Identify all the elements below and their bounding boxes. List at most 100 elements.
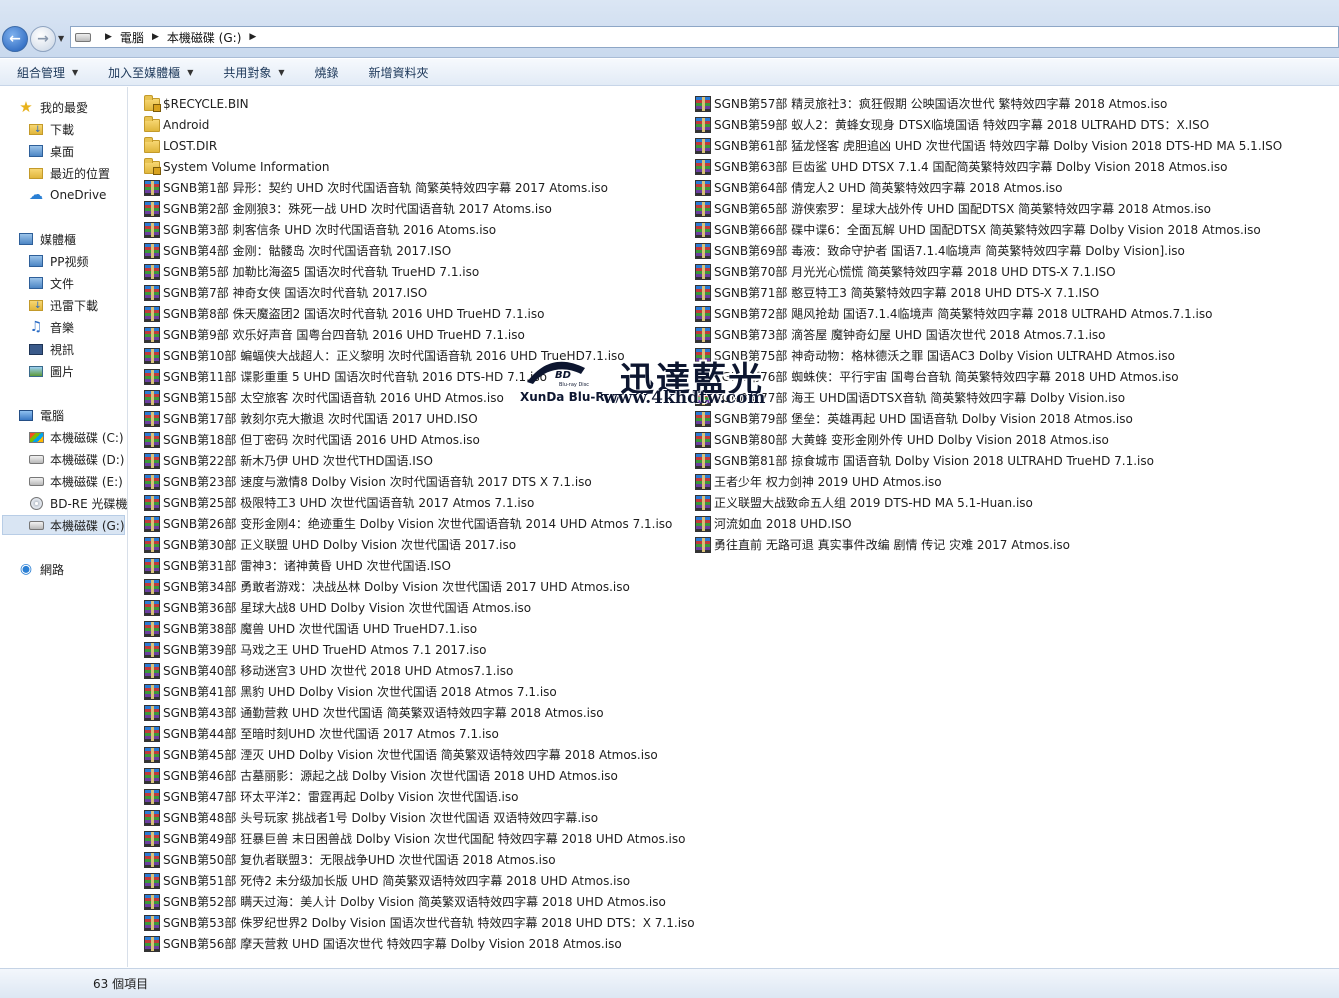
file-item[interactable]: 正义联盟大战致命五人组 2019 DTS-HD MA 5.1-Huan.iso (695, 492, 1282, 513)
nav-favorites[interactable]: ★ 我的最愛 (18, 97, 88, 117)
toolbar-button-0[interactable]: 組合管理 ▼ (17, 64, 78, 81)
file-item[interactable]: SGNB第36部 星球大战8 UHD Dolby Vision 次世代国语 At… (144, 597, 695, 618)
file-item[interactable]: SGNB第3部 刺客信条 UHD 次时代国语音轨 2016 Atoms.iso (144, 219, 695, 240)
nav-favorite-item-3[interactable]: ☁ OneDrive (28, 185, 106, 205)
nav-drive-item-1[interactable]: 本機磁碟 (D:) (28, 449, 124, 469)
file-item[interactable]: SGNB第41部 黑豹 UHD Dolby Vision 次世代国语 2018 … (144, 681, 695, 702)
nav-favorite-item-0[interactable]: ↓ 下載 (28, 119, 74, 139)
file-item[interactable]: SGNB第70部 月光光心慌慌 简英繁特效四字幕 2018 UHD DTS-X … (695, 261, 1282, 282)
file-name: SGNB第25部 极限特工3 UHD 次世代国语音轨 2017 Atmos 7.… (163, 496, 535, 510)
file-item[interactable]: SGNB第61部 猛龙怪客 虎胆追凶 UHD 次世代国语 特效四字幕 Dolby… (695, 135, 1282, 156)
nav-computer[interactable]: 電腦 (18, 405, 64, 425)
file-item[interactable]: SGNB第38部 魔兽 UHD 次世代国语 UHD TrueHD7.1.iso (144, 618, 695, 639)
nav-drive-item-3[interactable]: BD-RE 光碟機 (28, 493, 128, 513)
file-item[interactable]: SGNB第45部 湮灭 UHD Dolby Vision 次世代国语 简英繁双语… (144, 744, 695, 765)
file-item[interactable]: SGNB第44部 至暗时刻UHD 次世代国语 2017 Atmos 7.1.is… (144, 723, 695, 744)
nav-drive-item-2[interactable]: 本機磁碟 (E:) (28, 471, 123, 491)
file-item[interactable]: SGNB第22部 新木乃伊 UHD 次世代THD国语.ISO (144, 450, 695, 471)
breadcrumb-chevron-icon[interactable]: ▶ (152, 32, 159, 42)
nav-library-item-1[interactable]: 文件 (28, 273, 74, 293)
file-item[interactable]: SGNB第17部 敦刻尔克大撤退 次时代国语 2017 UHD.ISO (144, 408, 695, 429)
file-item[interactable]: SGNB第26部 变形金刚4：绝迹重生 Dolby Vision 次世代国语音轨… (144, 513, 695, 534)
file-name: SGNB第49部 狂暴巨兽 末日困兽战 Dolby Vision 次世代国配 特… (163, 832, 686, 846)
file-item[interactable]: SGNB第66部 碟中谍6：全面瓦解 UHD 国配DTSX 简英繁特效四字幕 D… (695, 219, 1282, 240)
nav-network[interactable]: ◉ 網路 (18, 559, 64, 579)
file-item[interactable]: SGNB第73部 滴答屋 魔钟奇幻屋 UHD 国语次世代 2018 Atmos.… (695, 324, 1282, 345)
toolbar-button-4[interactable]: 新增資料夾 (369, 64, 429, 81)
toolbar-button-3[interactable]: 燒錄 (315, 64, 339, 81)
file-item[interactable]: SGNB第1部 异形：契约 UHD 次时代国语音轨 简繁英特效四字幕 2017 … (144, 177, 695, 198)
breadcrumb-drive-g[interactable]: 本機磁碟 (G:) (167, 29, 242, 46)
file-item[interactable]: SGNB第59部 蚁人2：黄蜂女现身 DTSX临境国语 特效四字幕 2018 U… (695, 114, 1282, 135)
file-item[interactable]: SGNB第64部 倩宠人2 UHD 简英繁特效四字幕 2018 Atmos.is… (695, 177, 1282, 198)
file-item[interactable]: SGNB第69部 毒液：致命守护者 国语7.1.4临境声 简英繁特效四字幕 Do… (695, 240, 1282, 261)
nav-library-item-4[interactable]: 視訊 (28, 339, 74, 359)
toolbar-button-2[interactable]: 共用對象 ▼ (223, 64, 284, 81)
file-item[interactable]: SGNB第65部 游侠索罗：星球大战外传 UHD 国配DTSX 简英繁特效四字幕… (695, 198, 1282, 219)
file-item[interactable]: SGNB第46部 古墓丽影：源起之战 Dolby Vision 次世代国语 20… (144, 765, 695, 786)
file-item[interactable]: SGNB第5部 加勒比海盗5 国语次时代音轨 TrueHD 7.1.iso (144, 261, 695, 282)
back-button[interactable]: ← (2, 26, 28, 52)
file-item[interactable]: SGNB第50部 复仇者联盟3：无限战争UHD 次世代国语 2018 Atmos… (144, 849, 695, 870)
archive-file-icon (144, 263, 160, 280)
address-field[interactable]: ▶ 電腦 ▶ 本機磁碟 (G:) ▶ (70, 26, 1339, 48)
file-item[interactable]: SGNB第47部 环太平洋2：雷霆再起 Dolby Vision 次世代国语.i… (144, 786, 695, 807)
file-item[interactable]: SGNB第48部 头号玩家 挑战者1号 Dolby Vision 次世代国语 双… (144, 807, 695, 828)
folder-item[interactable]: $RECYCLE.BIN (144, 93, 695, 114)
file-item[interactable]: SGNB第57部 精灵旅社3：疯狂假期 公映国语次世代 繁特效四字幕 2018 … (695, 93, 1282, 114)
nav-library-item-2[interactable]: ↓ 迅雷下載 (28, 295, 98, 315)
file-name: SGNB第64部 倩宠人2 UHD 简英繁特效四字幕 2018 Atmos.is… (714, 181, 1063, 195)
file-item[interactable]: SGNB第34部 勇敢者游戏：决战丛林 Dolby Vision 次世代国语 2… (144, 576, 695, 597)
folder-item[interactable]: System Volume Information (144, 156, 695, 177)
file-item[interactable]: SGNB第9部 欢乐好声音 国粤台四音轨 2016 UHD TrueHD 7.1… (144, 324, 695, 345)
file-item[interactable]: SGNB第80部 大黄蜂 变形金刚外传 UHD Dolby Vision 201… (695, 429, 1282, 450)
file-item[interactable]: SGNB第79部 堡垒：英雄再起 UHD 国语音轨 Dolby Vision 2… (695, 408, 1282, 429)
file-item[interactable]: SGNB第56部 摩天营救 UHD 国语次世代 特效四字幕 Dolby Visi… (144, 933, 695, 954)
forward-button[interactable]: → (30, 26, 56, 52)
file-item[interactable]: SGNB第31部 雷神3：诸神黄昏 UHD 次世代国语.ISO (144, 555, 695, 576)
file-item[interactable]: SGNB第43部 通勤营救 UHD 次世代国语 简英繁双语特效四字幕 2018 … (144, 702, 695, 723)
archive-file-icon (144, 935, 160, 952)
file-item[interactable]: SGNB第63部 巨齿鲨 UHD DTSX 7.1.4 国配简英繁特效四字幕 D… (695, 156, 1282, 177)
file-item[interactable]: SGNB第8部 侏天魔盗团2 国语次时代音轨 2016 UHD TrueHD 7… (144, 303, 695, 324)
nav-drive-item-0[interactable]: 本機磁碟 (C:) (28, 427, 124, 447)
file-item[interactable]: SGNB第52部 瞒天过海：美人计 Dolby Vision 简英繁双语特效四字… (144, 891, 695, 912)
file-item[interactable]: SGNB第40部 移动迷宫3 UHD 次世代 2018 UHD Atmos7.1… (144, 660, 695, 681)
file-item[interactable]: SGNB第72部 飓风抢劫 国语7.1.4临境声 简英繁特效四字幕 2018 U… (695, 303, 1282, 324)
file-item[interactable]: SGNB第7部 神奇女侠 国语次时代音轨 2017.ISO (144, 282, 695, 303)
file-item[interactable]: 勇往直前 无路可退 真实事件改编 剧情 传记 灾难 2017 Atmos.iso (695, 534, 1282, 555)
nav-library-item-0[interactable]: PP视频 (28, 251, 88, 271)
file-item[interactable]: 河流如血 2018 UHD.ISO (695, 513, 1282, 534)
toolbar-button-1[interactable]: 加入至媒體櫃 ▼ (108, 64, 193, 81)
breadcrumb-chevron-icon[interactable]: ▶ (249, 32, 256, 42)
file-item[interactable]: SGNB第30部 正义联盟 UHD Dolby Vision 次世代国语 201… (144, 534, 695, 555)
file-item[interactable]: SGNB第2部 金刚狼3：殊死一战 UHD 次时代国语音轨 2017 Atoms… (144, 198, 695, 219)
nav-favorite-item-2[interactable]: 最近的位置 (28, 163, 110, 183)
breadcrumb-computer[interactable]: 電腦 (120, 29, 144, 46)
archive-file-icon (144, 704, 160, 721)
file-item[interactable]: SGNB第49部 狂暴巨兽 末日困兽战 Dolby Vision 次世代国配 特… (144, 828, 695, 849)
nav-favorite-item-1[interactable]: 桌面 (28, 141, 74, 161)
file-item[interactable]: SGNB第71部 憨豆特工3 简英繁特效四字幕 2018 UHD DTS-X 7… (695, 282, 1282, 303)
file-item[interactable]: SGNB第23部 速度与激情8 Dolby Vision 次时代国语音轨 201… (144, 471, 695, 492)
nav-library-item-5[interactable]: 圖片 (28, 361, 74, 381)
nav-libraries[interactable]: 媒體櫃 (18, 229, 76, 249)
file-name: 王者少年 权力剑神 2019 UHD Atmos.iso (714, 475, 942, 489)
file-item[interactable]: SGNB第81部 掠食城市 国语音轨 Dolby Vision 2018 ULT… (695, 450, 1282, 471)
file-item[interactable]: SGNB第53部 侏罗纪世界2 Dolby Vision 国语次世代音轨 特效四… (144, 912, 695, 933)
nav-library-item-3[interactable]: ♫ 音樂 (28, 317, 74, 337)
file-item[interactable]: SGNB第25部 极限特工3 UHD 次世代国语音轨 2017 Atmos 7.… (144, 492, 695, 513)
archive-file-icon (695, 200, 711, 217)
recent-pages-dropdown-icon[interactable]: ▼ (58, 34, 68, 44)
nav-drive-item-4[interactable]: 本機磁碟 (G:) (2, 515, 125, 535)
breadcrumb-chevron-icon[interactable]: ▶ (105, 32, 112, 42)
toolbar-button-label: 組合管理 (17, 65, 66, 80)
file-item[interactable]: SGNB第51部 死侍2 未分级加长版 UHD 简英繁双语特效四字幕 2018 … (144, 870, 695, 891)
folder-item[interactable]: Android (144, 114, 695, 135)
archive-file-icon (695, 305, 711, 322)
folder-item[interactable]: LOST.DIR (144, 135, 695, 156)
file-item[interactable]: SGNB第39部 马戏之王 UHD TrueHD Atmos 7.1 2017.… (144, 639, 695, 660)
file-item[interactable]: SGNB第18部 但丁密码 次时代国语 2016 UHD Atmos.iso (144, 429, 695, 450)
file-item[interactable]: SGNB第4部 金刚：骷髅岛 次时代国语音轨 2017.ISO (144, 240, 695, 261)
file-item[interactable]: 王者少年 权力剑神 2019 UHD Atmos.iso (695, 471, 1282, 492)
